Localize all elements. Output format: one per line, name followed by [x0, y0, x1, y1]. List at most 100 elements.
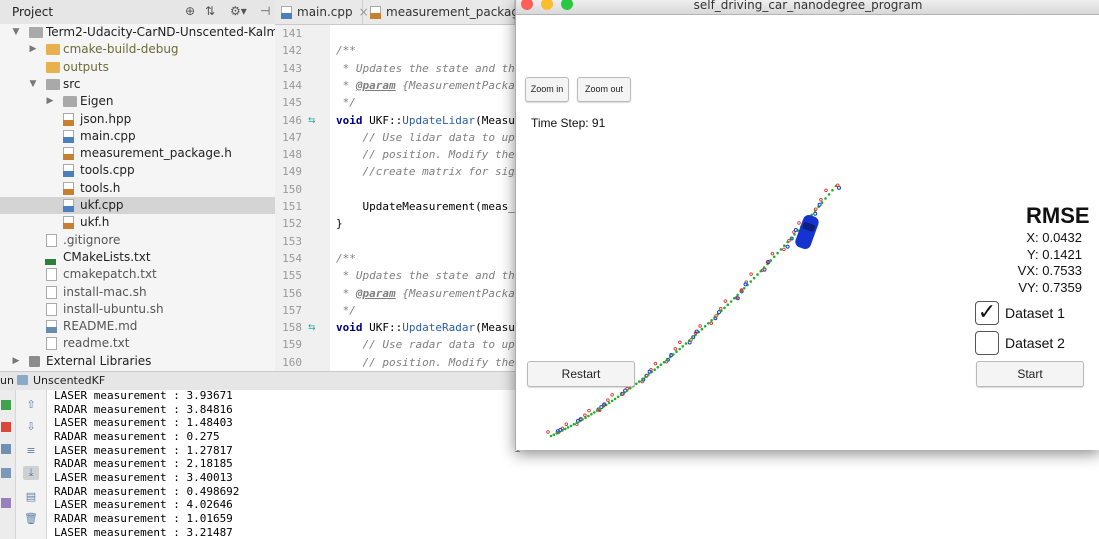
tree-item[interactable]: ukf.cpp	[0, 197, 275, 214]
estimate-marker	[710, 319, 713, 322]
tree-item[interactable]: cmakepatch.txt	[0, 266, 275, 283]
estimate-marker	[616, 395, 620, 399]
dataset-1-label: Dataset 1	[1005, 305, 1065, 321]
tree-item[interactable]: install-mac.sh	[0, 284, 275, 301]
estimate-marker	[607, 401, 611, 405]
hide-panel-icon[interactable]: ⊣	[260, 4, 270, 18]
tree-item[interactable]: .gitignore	[0, 232, 275, 249]
tab-main-cpp[interactable]: main.cpp ×	[275, 0, 369, 24]
radar-marker	[785, 244, 790, 249]
tree-item-label: ukf.h	[80, 215, 110, 230]
cpp-file-icon	[63, 129, 74, 143]
estimate-marker	[610, 399, 614, 403]
lidar-marker	[797, 221, 801, 225]
dataset-2-label: Dataset 2	[1005, 335, 1065, 351]
tree-item[interactable]: README.md	[0, 318, 275, 335]
scroll-up-icon[interactable]: ⇧	[23, 398, 39, 412]
dump-icon[interactable]	[1, 468, 11, 478]
lidar-marker	[819, 198, 823, 202]
start-button[interactable]: Start	[976, 361, 1084, 387]
header-file-icon	[63, 147, 74, 161]
tree-item[interactable]: ▼ src	[0, 76, 275, 93]
tree-item[interactable]: json.hpp	[0, 111, 275, 128]
lidar-marker	[587, 408, 591, 413]
zoom-out-button[interactable]: Zoom out	[577, 77, 631, 102]
estimate-marker	[675, 350, 678, 354]
pause-icon[interactable]	[1, 444, 11, 454]
implements-marker-icon[interactable]: ⇆	[308, 323, 316, 333]
implements-marker-icon[interactable]: ⇆	[308, 116, 316, 126]
print-icon[interactable]: ▤	[23, 490, 39, 504]
code-line: UpdateMeasurement(meas_p	[336, 200, 522, 213]
tree-item[interactable]: main.cpp	[0, 128, 275, 145]
scroll-to-end-icon[interactable]: ⤓	[23, 466, 39, 480]
tree-item[interactable]: install-ubuntu.sh	[0, 301, 275, 318]
collapsed-arrow-icon[interactable]: ▶	[45, 93, 55, 110]
editor-gutter	[275, 25, 330, 371]
dataset-2-checkbox[interactable]	[975, 331, 999, 355]
estimate-marker	[665, 358, 669, 361]
estimate-marker	[681, 345, 685, 348]
estimate-marker	[723, 306, 726, 310]
tree-item-label: tools.cpp	[80, 163, 135, 178]
run-side-toolbar	[0, 390, 16, 539]
lidar-marker	[606, 398, 610, 402]
estimate-marker	[752, 276, 756, 280]
line-number: 148	[282, 148, 302, 162]
tree-item[interactable]: ukf.h	[0, 214, 275, 231]
line-number: 149	[282, 165, 302, 179]
code-editor[interactable]	[330, 25, 515, 371]
target-icon[interactable]: ⊕	[185, 4, 195, 18]
restart-button[interactable]: Restart	[527, 361, 635, 387]
tree-item[interactable]: CMakeLists.txt	[0, 249, 275, 266]
estimate-marker	[549, 434, 553, 438]
run-config-icon	[17, 375, 28, 385]
library-icon	[29, 355, 40, 367]
tree-item[interactable]: ▼ Term2-Udacity-CarND-Unscented-Kalman-F	[0, 24, 305, 41]
time-step-label: Time Step: 91	[531, 116, 606, 130]
tab-measurement-package-h[interactable]: measurement_package.h	[364, 0, 538, 24]
console-line: LASER measurement : 3.40013	[54, 470, 233, 484]
collapsed-arrow-icon[interactable]: ▶	[28, 41, 38, 58]
header-file-icon	[63, 216, 74, 230]
collapsed-arrow-icon[interactable]: ▶	[11, 353, 21, 370]
run-tab-label[interactable]: un	[0, 374, 14, 387]
expanded-arrow-icon[interactable]: ▼	[11, 24, 21, 41]
gear-icon[interactable]: ⚙▾	[230, 4, 247, 18]
code-line: //create matrix for sigm	[336, 165, 522, 179]
tree-item-label: outputs	[63, 59, 109, 74]
soft-wrap-icon[interactable]: ≡	[23, 444, 39, 458]
line-number: 146	[282, 113, 302, 127]
console-line: RADAR measurement : 1.01659	[54, 511, 233, 525]
tree-item[interactable]: tools.cpp	[0, 162, 275, 179]
rmse-y: Y: 0.1421	[1027, 246, 1082, 262]
tree-item[interactable]: tools.h	[0, 180, 275, 197]
tree-item[interactable]: readme.txt	[0, 335, 275, 352]
collapse-icon[interactable]: ⇅	[205, 4, 215, 18]
estimate-marker	[726, 303, 730, 307]
trash-icon[interactable]: 🗑	[23, 512, 39, 526]
zoom-in-button[interactable]: Zoom in	[525, 77, 569, 102]
stop-icon[interactable]	[1, 422, 11, 432]
tree-item-label: tools.h	[80, 180, 121, 195]
dataset-1-checkbox[interactable]: ✓	[975, 301, 999, 325]
settings-icon[interactable]	[1, 498, 11, 508]
lidar-marker	[625, 386, 629, 391]
rerun-icon[interactable]	[1, 400, 11, 410]
rmse-vx: VX: 0.7533	[1017, 263, 1082, 278]
estimate-marker	[820, 201, 824, 204]
expanded-arrow-icon[interactable]: ▼	[28, 76, 38, 93]
tree-item[interactable]: ▶ Eigen	[0, 93, 275, 110]
tree-item[interactable]: outputs	[0, 59, 275, 76]
tree-item[interactable]: ▶ External Libraries	[0, 353, 275, 370]
tree-item-label: Eigen	[80, 94, 114, 109]
code-line: /**	[336, 251, 356, 265]
lidar-marker	[709, 321, 714, 326]
rmse-values: X: 0.0432 Y: 0.1421 VX: 0.7533 VY: 0.735…	[1018, 230, 1082, 296]
code-line: // Use radar data to upd	[336, 338, 522, 352]
tree-item[interactable]: ▶ cmake-build-debug	[0, 41, 275, 58]
estimate-marker	[590, 412, 593, 416]
tree-item[interactable]: measurement_package.h	[0, 145, 275, 162]
header-file-icon	[63, 181, 74, 195]
scroll-down-icon[interactable]: ⇩	[23, 420, 39, 434]
